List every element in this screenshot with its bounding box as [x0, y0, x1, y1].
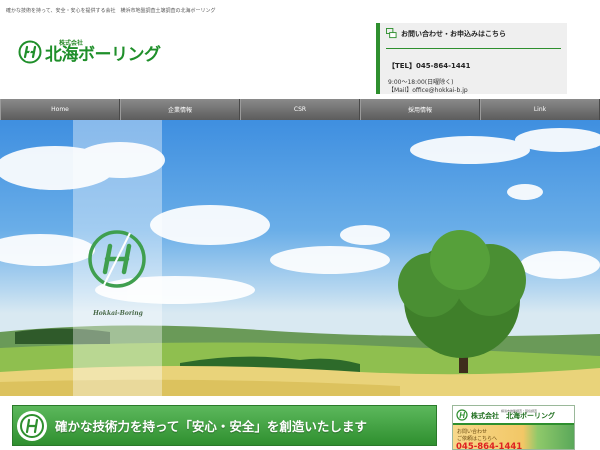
banner-logo — [17, 410, 47, 441]
contact-banner-tel: 045-864-1441 — [456, 442, 523, 450]
contact-tel[interactable]: 【TEL】045-864-1441 — [388, 61, 471, 71]
logo-company-name: 北海ボーリング — [45, 44, 161, 65]
slogan-banner[interactable]: 確かな技術力を持って「安心・安全」を創造いたします — [12, 405, 437, 446]
chat-bubble-icon — [386, 28, 397, 39]
contact-banner-company: 株式会社 北海ボーリング — [471, 411, 555, 420]
nav-item-company[interactable]: 企業情報 — [120, 99, 240, 120]
contact-title: お問い合わせ・お申込みはこちら — [401, 29, 506, 38]
contact-banner-body: お問い合わせ ご依頼はこちらへ 045-864-1441 — [453, 425, 574, 449]
contact-banner-line1: お問い合わせ — [457, 429, 488, 435]
page: 確かな技術を持って、安全・安心を提供する会社 横浜市地盤調査土壌調査の北海ボーリ… — [0, 0, 600, 450]
slogan-text: 確かな技術力を持って「安心・安全」を創造いたします — [55, 419, 367, 434]
contact-banner-logo-icon — [456, 408, 468, 421]
site-logo[interactable]: 株式会社 北海ボーリング — [18, 40, 161, 64]
hero-emblem-icon — [88, 230, 146, 288]
contact-box: お問い合わせ・お申込みはこちら 【TEL】045-864-1441 9:00～1… — [376, 23, 567, 94]
nav-item-recruit[interactable]: 採用情報 — [360, 99, 480, 120]
contact-divider — [386, 48, 561, 49]
contact-banner-line2: ご依頼はこちらへ — [457, 436, 498, 442]
main-nav: Home 企業情報 CSR 採用情報 Link — [0, 99, 600, 120]
site-tagline: 確かな技術を持って、安全・安心を提供する会社 横浜市地盤調査土壌調査の北海ボーリ… — [6, 8, 216, 14]
hero-caption: Hokkai-Boring — [93, 310, 143, 317]
logo-mark-icon — [18, 40, 42, 64]
contact-banner[interactable]: 横浜市地盤調査・環境調査 株式会社 北海ボーリング お問い合わせ ご依頼はこちら… — [452, 405, 575, 450]
banner-logo-icon — [20, 413, 44, 438]
nav-item-link[interactable]: Link — [480, 99, 600, 120]
contact-mail[interactable]: 【Mail】office@hokkai-b.jp — [388, 85, 468, 94]
nav-item-csr[interactable]: CSR — [240, 99, 360, 120]
nav-item-home[interactable]: Home — [0, 99, 120, 120]
